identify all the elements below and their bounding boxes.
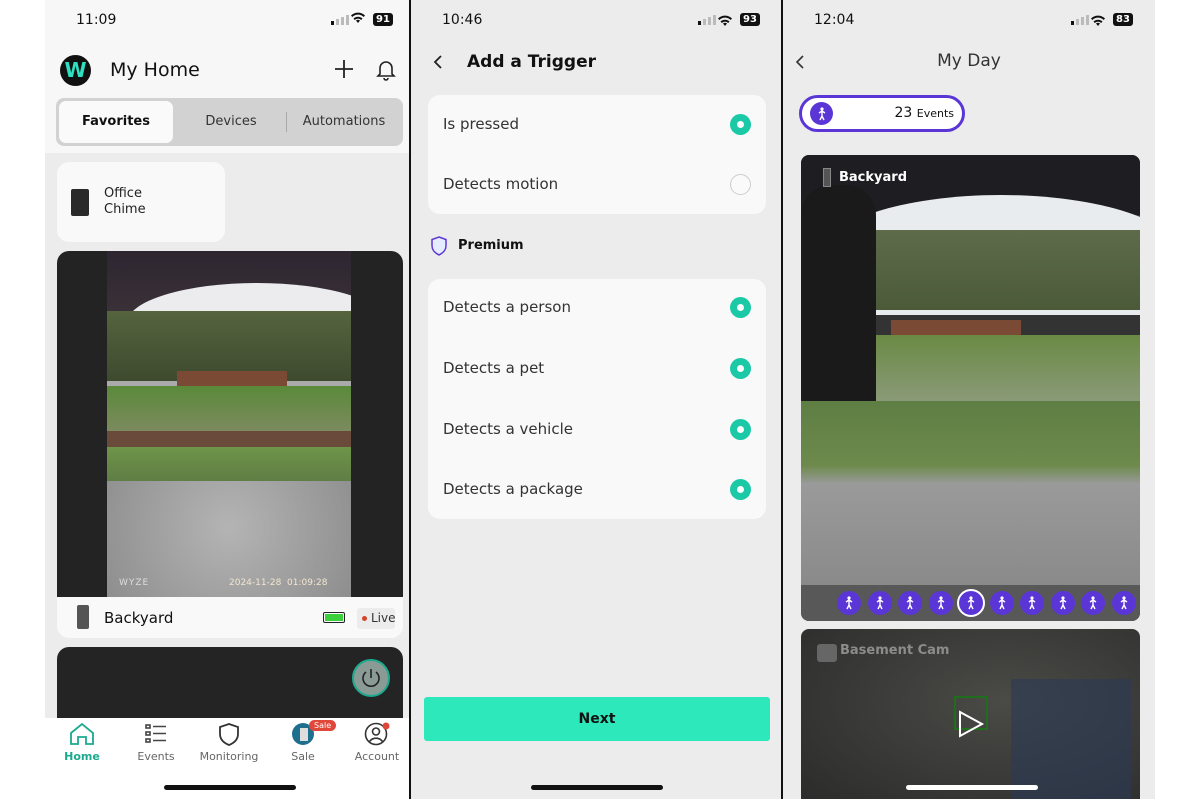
premium-shield-icon	[430, 236, 448, 260]
person-walking-icon	[810, 102, 833, 125]
tab-favorites[interactable]: Favorites	[59, 101, 173, 143]
page-title: My Home	[110, 59, 200, 81]
sale-badge: Sale	[309, 720, 337, 731]
signal-icon	[331, 15, 349, 25]
events-count: 23	[894, 105, 913, 121]
premium-label: Premium	[458, 238, 524, 253]
camera-live-feed[interactable]: WYZE 2024-11-28 01:09:28	[107, 251, 351, 597]
radio-selected[interactable]	[730, 358, 751, 379]
nav-monitoring[interactable]: Monitoring	[194, 722, 264, 763]
add-button[interactable]	[334, 59, 354, 83]
screen-add-trigger: 10:46 93 Add a Trigger Is pressed Detect…	[411, 0, 781, 799]
event-person-icon[interactable]	[837, 591, 861, 615]
basic-options-card: Is pressed Detects motion	[428, 95, 766, 214]
play-button[interactable]	[957, 709, 985, 743]
next-button[interactable]: Next	[424, 697, 770, 741]
events-filter-pill[interactable]: 23 Events	[799, 95, 965, 132]
page-title: Add a Trigger	[467, 52, 596, 72]
nav-events[interactable]: Events	[121, 722, 191, 763]
tab-divider	[286, 112, 287, 132]
device-name-line2: Chime	[104, 202, 146, 217]
camera-watermark: WYZE	[119, 578, 150, 588]
battery-full-icon	[323, 612, 345, 623]
radio-selected[interactable]	[730, 297, 751, 318]
tab-automations[interactable]: Automations	[288, 101, 400, 143]
battery-indicator: 91	[373, 13, 393, 26]
shield-icon	[219, 723, 239, 746]
tab-devices[interactable]: Devices	[174, 101, 288, 143]
battery-indicator: 93	[740, 13, 760, 26]
segmented-tabs: Favorites Devices Automations	[56, 98, 403, 146]
signal-icon	[698, 15, 716, 25]
chime-device-icon	[71, 189, 89, 216]
battery-indicator: 83	[1113, 13, 1133, 26]
device-name-line1: Office	[104, 186, 142, 201]
camera-name: Backyard	[104, 609, 174, 627]
live-label: Live	[371, 611, 396, 625]
power-button[interactable]	[352, 659, 390, 697]
nav-home[interactable]: Home	[47, 722, 117, 763]
status-time: 10:46	[442, 12, 483, 28]
screen-my-day: 12:04 83 My Day 23 Events Backyard Basem…	[783, 0, 1155, 799]
events-label: Events	[916, 107, 954, 120]
camera-name: Backyard	[839, 170, 907, 185]
wifi-icon	[717, 12, 733, 31]
camera-device-icon	[817, 644, 837, 662]
event-card-backyard[interactable]: Backyard	[801, 155, 1140, 621]
event-person-icon[interactable]	[928, 591, 953, 615]
event-person-icon[interactable]	[989, 591, 1014, 615]
home-icon	[70, 722, 94, 745]
back-button[interactable]	[432, 54, 444, 74]
wifi-icon	[350, 12, 366, 28]
radio-selected[interactable]	[730, 114, 751, 135]
home-indicator	[906, 785, 1038, 790]
camera-card-backyard[interactable]: WYZE 2024-11-28 01:09:28 Backyard Live	[57, 251, 403, 638]
event-person-icon[interactable]	[1111, 591, 1136, 615]
premium-options-card: Detects a person Detects a pet Detects a…	[428, 279, 766, 519]
live-badge[interactable]: Live	[357, 608, 396, 629]
page-title: My Day	[937, 51, 1001, 71]
radio-selected[interactable]	[730, 419, 751, 440]
event-person-icon[interactable]	[1050, 591, 1075, 615]
event-person-icon[interactable]	[898, 591, 922, 615]
doorbell-device-icon	[77, 605, 89, 629]
wifi-icon	[1090, 12, 1106, 31]
camera-timestamp: 2024-11-28 01:09:28	[229, 578, 328, 588]
account-icon	[364, 722, 390, 746]
live-dot-icon	[362, 616, 367, 621]
home-indicator	[164, 785, 296, 790]
event-thumbnail-bottom[interactable]	[801, 401, 1140, 585]
home-indicator	[531, 785, 663, 790]
status-time: 11:09	[76, 12, 117, 28]
list-icon	[145, 724, 166, 743]
wyze-logo: W	[60, 55, 91, 86]
event-person-icon[interactable]	[1020, 591, 1044, 615]
notification-bell-icon[interactable]	[376, 59, 396, 85]
event-card-basement-cam[interactable]: Basement Cam	[801, 629, 1140, 799]
event-person-icon[interactable]	[867, 591, 892, 615]
doorbell-device-icon	[823, 168, 831, 187]
device-tile-office-chime[interactable]: Office Chime	[57, 162, 225, 242]
event-person-icon[interactable]	[1081, 591, 1105, 615]
nav-sale[interactable]: Sale Sale	[268, 720, 338, 763]
radio-selected[interactable]	[730, 479, 751, 500]
status-time: 12:04	[814, 12, 855, 28]
radio-unselected[interactable]	[730, 174, 751, 195]
event-thumbnail-top[interactable]	[801, 155, 1140, 401]
screen-my-home: 11:09 91 W My Home Favorites Devices Aut…	[45, 0, 409, 799]
signal-icon	[1071, 15, 1089, 25]
camera-name: Basement Cam	[840, 643, 950, 658]
nav-account[interactable]: Account	[342, 722, 409, 763]
event-person-icon[interactable]	[957, 589, 985, 617]
